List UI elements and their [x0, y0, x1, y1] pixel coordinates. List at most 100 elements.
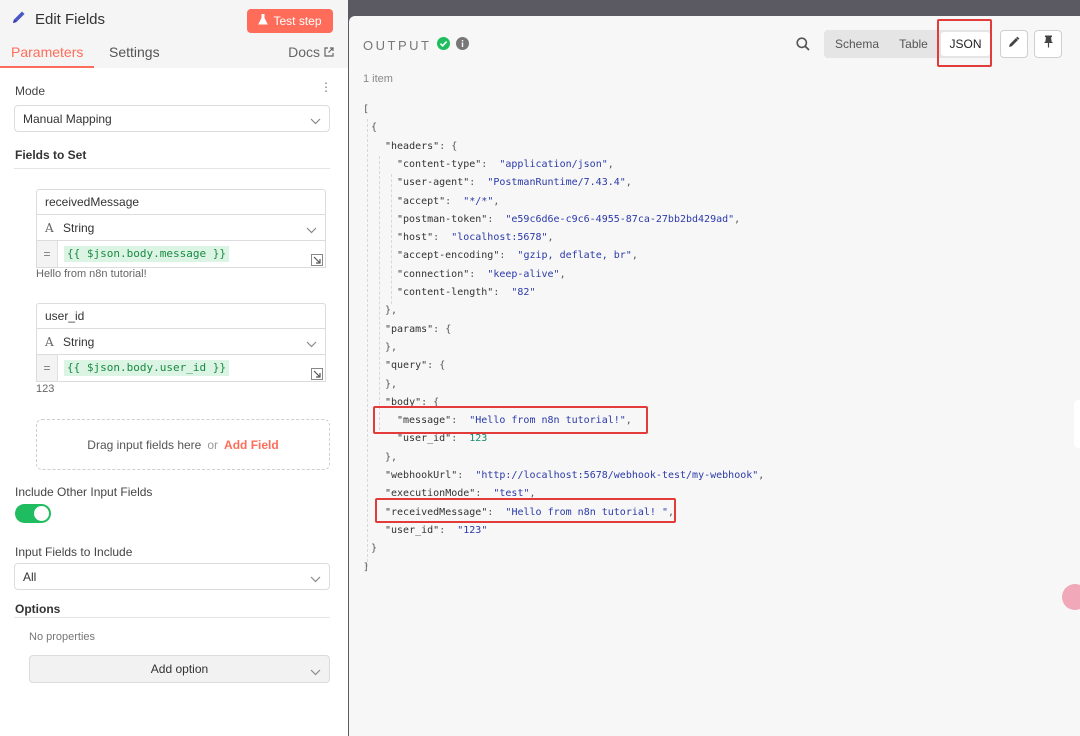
indent-guide: [391, 174, 392, 304]
json-value: "http://localhost:5678/webhook-test/my-w…: [475, 470, 759, 481]
json-colon: :: [481, 158, 500, 170]
json-key: "content-length": [397, 287, 494, 298]
active-tab-underline: [0, 66, 94, 68]
json-punctuation: }: [371, 543, 378, 555]
edit-output-button[interactable]: [1000, 30, 1028, 58]
field-value-input[interactable]: = {{ $json.body.message }}: [36, 241, 326, 268]
json-line: },: [385, 452, 397, 464]
search-icon[interactable]: [796, 37, 810, 56]
json-value: "gzip, deflate, br": [517, 250, 632, 262]
mode-label: Mode: [15, 84, 46, 98]
node-title[interactable]: Edit Fields: [35, 11, 105, 28]
json-line: },: [385, 305, 397, 317]
json-key: "connection": [397, 268, 470, 280]
include-other-toggle[interactable]: [15, 504, 51, 523]
field-type-select[interactable]: A String: [36, 329, 326, 355]
json-punctuation: },: [385, 378, 398, 390]
chevron-down-icon: [306, 337, 317, 351]
expand-icon[interactable]: [311, 367, 323, 385]
side-handle[interactable]: [1074, 400, 1080, 448]
add-option-label: Add option: [150, 662, 209, 676]
field-name-value: receivedMessage: [45, 195, 140, 209]
expression-value: {{ $json.body.user_id }}: [64, 360, 229, 376]
expand-icon[interactable]: [311, 253, 323, 271]
json-line: "webhookUrl": "http://localhost:5678/web…: [385, 470, 764, 482]
pin-data-button[interactable]: [1034, 30, 1062, 58]
output-panel: OUTPUT 1 item Schema Table JSON [{"heade…: [349, 16, 1080, 736]
json-colon: :: [493, 287, 512, 298]
json-key: "headers": [385, 140, 440, 152]
dropzone-or: or: [207, 437, 219, 452]
options-label: Options: [15, 602, 61, 616]
no-properties-text: No properties: [29, 631, 96, 643]
json-colon: :: [457, 470, 476, 481]
field-value-input[interactable]: = {{ $json.body.user_id }}: [36, 355, 326, 382]
more-options-icon[interactable]: ⋮: [320, 81, 332, 93]
pencil-icon: [11, 9, 27, 30]
dropzone-text: Drag input fields here: [87, 437, 202, 452]
highlight-box: [373, 406, 648, 434]
test-step-button[interactable]: Test step: [247, 9, 333, 33]
field-type-value: String: [63, 334, 95, 349]
tab-settings[interactable]: Settings: [109, 44, 160, 60]
json-colon: :: [487, 213, 506, 225]
json-value: "application/json": [499, 158, 608, 170]
json-key: "postman-token": [397, 213, 488, 225]
json-value: 123: [469, 433, 488, 445]
json-key: "accept-encoding": [397, 250, 500, 262]
json-key: "content-type": [397, 158, 482, 170]
mode-select[interactable]: Manual Mapping: [14, 105, 330, 132]
json-value: "82": [511, 287, 536, 298]
input-fields-include-label: Input Fields to Include: [15, 545, 133, 559]
string-type-icon: A: [45, 221, 54, 235]
field-name-input[interactable]: user_id: [36, 303, 326, 329]
indent-guide: [367, 119, 368, 567]
panel-header: Edit Fields Test step Parameters Setting…: [0, 0, 348, 68]
json-punctuation: {: [371, 122, 378, 134]
input-fields-include-select[interactable]: All: [14, 563, 330, 590]
fields-to-set-label: Fields to Set: [15, 148, 87, 162]
test-step-label: Test step: [273, 14, 322, 28]
output-label: OUTPUT: [363, 37, 432, 53]
field-type-select[interactable]: A String: [36, 215, 326, 241]
json-key: "accept": [397, 195, 446, 207]
add-field-button[interactable]: Add Field: [224, 438, 279, 452]
json-line: },: [385, 342, 397, 354]
field-result-preview: Hello from n8n tutorial!: [36, 268, 147, 280]
node-parameters-panel: Edit Fields Test step Parameters Setting…: [0, 0, 348, 736]
json-colon: :: [469, 177, 488, 189]
toggle-knob: [34, 506, 49, 521]
view-schema-button[interactable]: Schema: [824, 30, 890, 58]
json-line: {: [371, 122, 377, 134]
docs-link[interactable]: Docs: [288, 44, 334, 60]
json-value: "123": [457, 524, 488, 536]
json-colon: :: [439, 524, 458, 536]
expression-equals-icon: =: [37, 241, 58, 267]
json-punctuation: ,: [758, 470, 765, 481]
divider: [14, 168, 330, 169]
output-header: OUTPUT: [363, 37, 470, 53]
view-table-button[interactable]: Table: [890, 30, 937, 58]
json-line: [: [363, 104, 369, 116]
add-option-button[interactable]: Add option: [29, 655, 330, 683]
json-key: "host": [397, 232, 434, 244]
tab-parameters[interactable]: Parameters: [11, 44, 83, 60]
json-colon: :: [445, 195, 464, 207]
json-punctuation: : {: [433, 323, 452, 335]
json-line: "query": {: [385, 360, 445, 372]
json-line: "host": "localhost:5678",: [397, 232, 554, 244]
mode-value: Manual Mapping: [23, 111, 112, 126]
string-type-icon: A: [45, 335, 54, 349]
json-line: "headers": {: [385, 141, 457, 153]
external-link-icon: [324, 44, 334, 60]
json-line: }: [371, 543, 377, 555]
json-colon: :: [469, 268, 488, 280]
info-icon[interactable]: [456, 37, 470, 53]
field-dropzone[interactable]: Drag input fields here or Add Field: [36, 419, 330, 470]
json-punctuation: },: [385, 451, 398, 463]
input-fields-include-value: All: [23, 569, 37, 584]
field-name-input[interactable]: receivedMessage: [36, 189, 326, 215]
chevron-down-icon: [310, 114, 321, 128]
json-key: "user_id": [385, 524, 440, 536]
json-punctuation: },: [385, 341, 398, 353]
